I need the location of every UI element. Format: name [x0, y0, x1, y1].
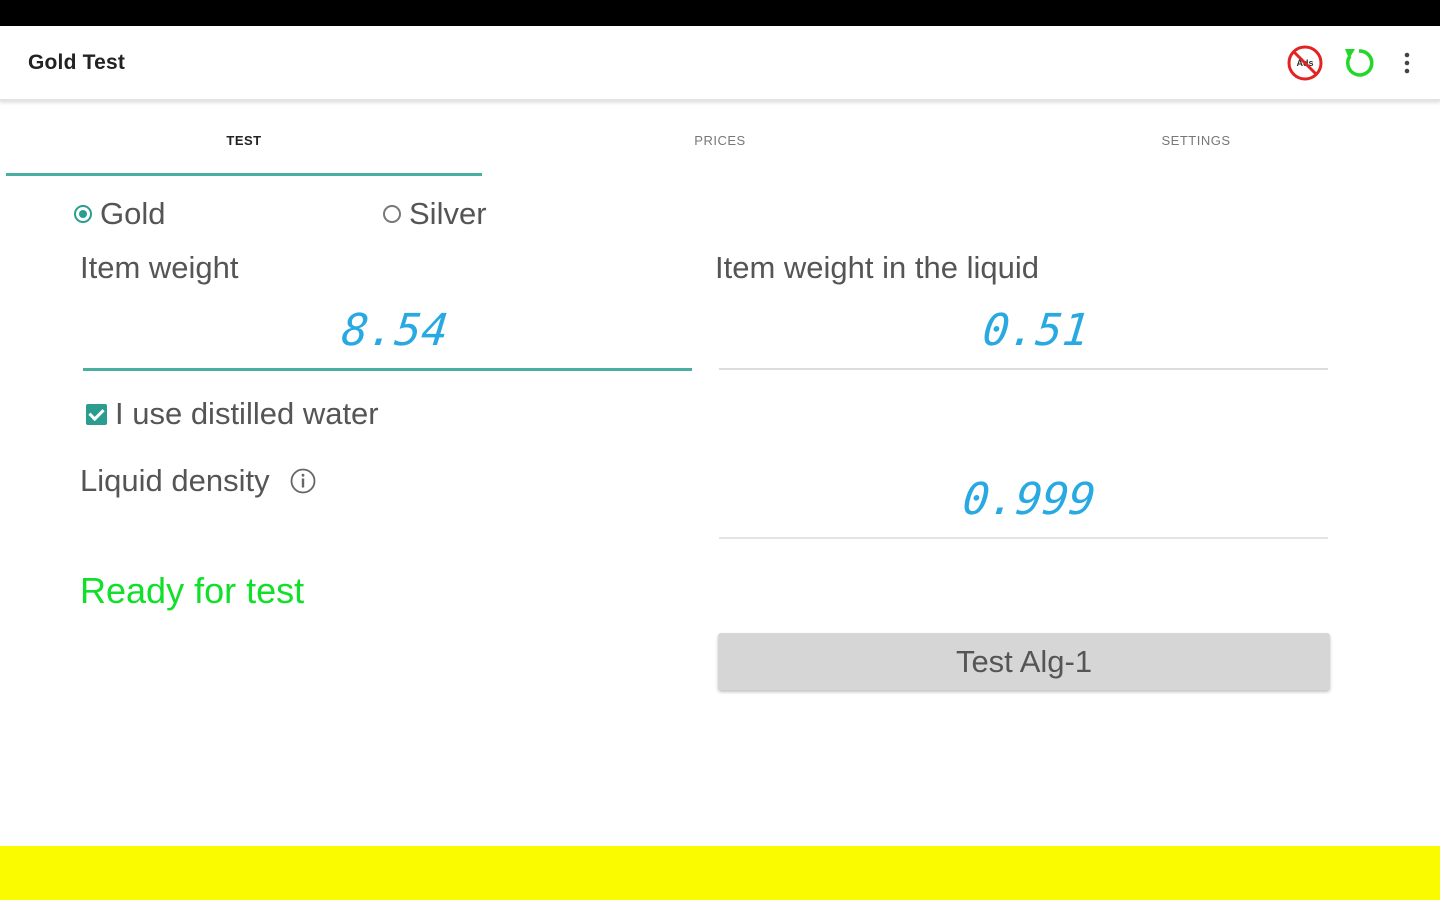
liquid-density-row: Liquid density [80, 463, 316, 499]
tab-test[interactable]: TEST [6, 101, 482, 177]
distilled-water-check-icon[interactable] [86, 403, 107, 425]
item-weight-liquid-underline [719, 368, 1328, 370]
liquid-density-label: Liquid density [80, 463, 270, 498]
radio-silver[interactable]: Silver [383, 194, 487, 234]
ad-banner[interactable] [0, 846, 1440, 900]
app-title: Gold Test [28, 51, 126, 74]
item-weight-input[interactable]: 8.54 [339, 305, 450, 356]
tab-indicator [6, 173, 482, 176]
radio-gold[interactable]: Gold [74, 194, 165, 234]
radio-gold-button[interactable] [74, 205, 92, 223]
refresh-icon[interactable] [1340, 44, 1378, 82]
no-ads-icon[interactable]: Ads [1286, 44, 1324, 82]
item-weight-label: Item weight [80, 250, 239, 285]
app-bar: Gold Test Ads [0, 26, 1440, 101]
info-icon[interactable] [290, 468, 316, 494]
item-weight-liquid-input[interactable]: 0.51 [980, 305, 1091, 356]
more-vert-icon[interactable] [1396, 46, 1418, 82]
item-weight-liquid-label: Item weight in the liquid [715, 250, 1039, 285]
test-alg1-button[interactable]: Test Alg-1 [718, 633, 1330, 690]
liquid-density-input[interactable]: 0.999 [960, 474, 1098, 525]
distilled-water-checkbox[interactable]: I use distilled water [86, 396, 379, 432]
liquid-density-underline [719, 537, 1328, 539]
radio-silver-label: Silver [409, 196, 487, 231]
distilled-water-label: I use distilled water [115, 396, 379, 431]
radio-silver-button[interactable] [383, 205, 401, 223]
tab-prices[interactable]: PRICES [482, 101, 958, 177]
system-status-bar [0, 0, 1440, 26]
radio-gold-label: Gold [100, 196, 166, 231]
item-weight-underline [83, 368, 692, 371]
status-text: Ready for test [80, 570, 305, 611]
tab-settings[interactable]: SETTINGS [958, 101, 1434, 177]
tab-bar: TEST PRICES SETTINGS [0, 101, 1440, 177]
